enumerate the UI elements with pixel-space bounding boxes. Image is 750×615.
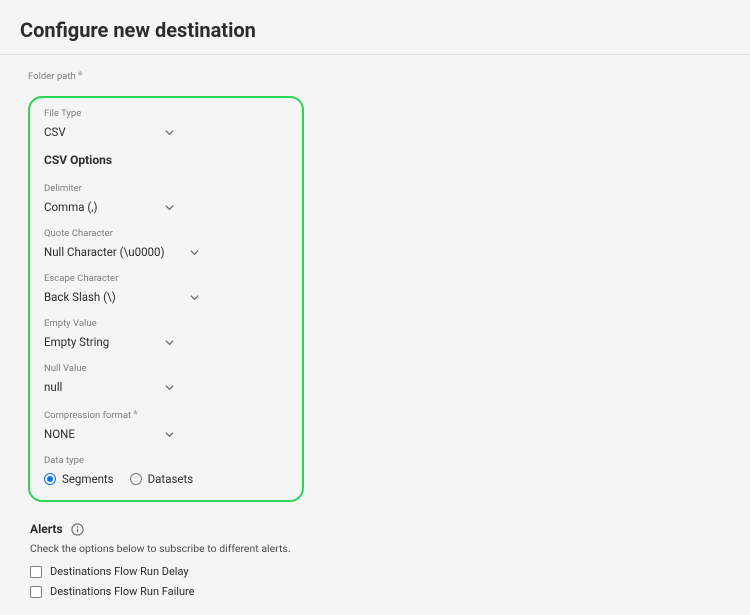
checkbox-icon [30,586,42,598]
delimiter-select[interactable]: Comma (,) [44,200,174,214]
quote-character-label: Quote Character [44,228,288,239]
radio-icon [44,473,56,485]
escape-character-select[interactable]: Back Slash (\) [44,290,199,304]
file-type-value: CSV [44,125,66,139]
quote-character-select[interactable]: Null Character (\u0000) [44,245,199,259]
escape-character-label: Escape Character [44,273,288,284]
alerts-section: Alerts Check the options below to subscr… [28,522,730,598]
required-asterisk: * [133,408,138,421]
alerts-header: Alerts [30,522,730,536]
compression-format-value: NONE [44,427,75,441]
chevron-down-icon [189,292,199,302]
compression-format-label: Compression format* [44,408,288,421]
alerts-description: Check the options below to subscribe to … [30,542,730,555]
csv-options-highlight: File Type CSV CSV Options Delimiter Comm… [28,96,304,502]
quote-character-field: Quote Character Null Character (\u0000) [44,228,288,259]
required-asterisk: * [78,69,83,82]
alert-label-delay: Destinations Flow Run Delay [50,565,189,578]
content-area: Folder path* File Type CSV CSV Options D… [0,55,750,615]
chevron-down-icon [164,429,174,439]
chevron-down-icon [164,382,174,392]
null-value-select[interactable]: null [44,380,174,394]
empty-value-value: Empty String [44,335,109,349]
folder-path-label: Folder path* [28,69,730,82]
alert-checkbox-delay[interactable]: Destinations Flow Run Delay [30,565,730,578]
data-type-label: Data type [44,455,288,466]
checkbox-icon [30,566,42,578]
page-title: Configure new destination [20,18,730,42]
radio-label-datasets: Datasets [148,472,194,486]
file-type-field: File Type CSV [44,108,288,139]
null-value-field: Null Value null [44,363,288,394]
radio-icon [130,473,142,485]
alerts-title: Alerts [30,522,63,536]
empty-value-select[interactable]: Empty String [44,335,174,349]
radio-label-segments: Segments [62,472,114,486]
info-icon[interactable] [71,523,84,536]
data-type-radio-group: Segments Datasets [44,472,288,486]
compression-format-field: Compression format* NONE [44,408,288,441]
delimiter-value: Comma (,) [44,200,98,214]
chevron-down-icon [164,337,174,347]
empty-value-field: Empty Value Empty String [44,318,288,349]
alert-checkbox-failure[interactable]: Destinations Flow Run Failure [30,585,730,598]
radio-segments[interactable]: Segments [44,472,114,486]
escape-character-field: Escape Character Back Slash (\) [44,273,288,304]
file-type-label: File Type [44,108,288,119]
delimiter-field: Delimiter Comma (,) [44,183,288,214]
data-type-field: Data type Segments Datasets [44,455,288,486]
radio-datasets[interactable]: Datasets [130,472,194,486]
null-value-value: null [44,380,62,394]
quote-character-value: Null Character (\u0000) [44,245,164,259]
alert-label-failure: Destinations Flow Run Failure [50,585,195,598]
compression-format-select[interactable]: NONE [44,427,174,441]
page-header: Configure new destination [0,0,750,54]
file-type-select[interactable]: CSV [44,125,174,139]
csv-options-title: CSV Options [44,153,288,167]
empty-value-label: Empty Value [44,318,288,329]
escape-character-value: Back Slash (\) [44,290,116,304]
folder-path-field: Folder path* [28,69,730,82]
chevron-down-icon [164,127,174,137]
null-value-label: Null Value [44,363,288,374]
chevron-down-icon [189,247,199,257]
delimiter-label: Delimiter [44,183,288,194]
chevron-down-icon [164,202,174,212]
